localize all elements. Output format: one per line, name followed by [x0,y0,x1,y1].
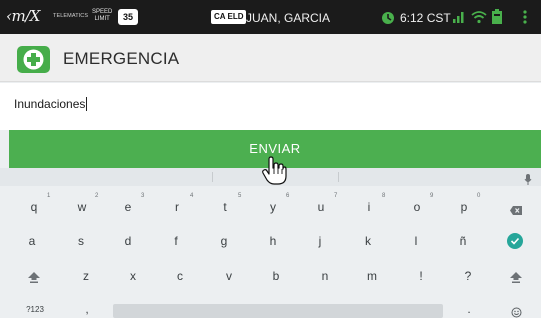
key-number-hint: 7 [334,193,338,199]
key-j[interactable]: j [312,234,328,248]
page-title: EMERGENCIA [63,49,180,68]
key-a[interactable]: a [24,234,40,248]
key-k[interactable]: k [360,234,376,248]
key-exclamation[interactable]: ! [413,269,429,283]
spacebar[interactable] [113,304,443,318]
key-y[interactable]: y [265,200,281,214]
key-number-hint: 0 [477,193,481,199]
overflow-menu-icon[interactable] [522,9,528,30]
clock-icon [380,10,396,31]
enter-check-icon[interactable] [507,233,523,254]
key-number-hint: 8 [382,193,386,199]
key-u[interactable]: u [313,200,329,214]
screen: { "status_bar": { "logo": "\u2039m/X", "… [0,0,541,318]
key-q[interactable]: q [26,200,42,214]
key-number-hint: 1 [47,193,51,199]
key-p[interactable]: p [456,200,472,214]
key-f[interactable]: f [168,234,184,248]
text-caret [86,97,88,111]
speed-limit-value: 35 [118,9,138,25]
key-number-hint: 2 [95,193,99,199]
key-r[interactable]: r [169,200,185,214]
plus-icon [17,46,50,73]
driver-name[interactable]: JUAN, GARCIA [246,11,330,25]
symbols-key[interactable]: ?123 [23,305,47,314]
key-comma[interactable]: , [79,302,95,316]
key-o[interactable]: o [409,200,425,214]
key-d[interactable]: d [120,234,136,248]
key-s[interactable]: s [73,234,89,248]
speed-limit-label: SPEED LIMIT [92,9,112,23]
eld-badge: CA ELD [211,10,247,24]
key-question[interactable]: ? [460,269,476,283]
app-logo: ‹m/X [6,7,40,25]
key-number-hint: 4 [190,193,194,199]
key-number-hint: 9 [430,193,434,199]
message-input[interactable]: Inundaciones [14,97,88,111]
speed-label-line1: SPEED [92,9,113,15]
key-x[interactable]: x [125,269,141,283]
key-number-hint: 6 [286,193,290,199]
key-l[interactable]: l [408,234,424,248]
message-input-text: Inundaciones [14,97,86,111]
key-m[interactable]: m [364,269,380,283]
key-number-hint: 3 [141,193,145,199]
key-t[interactable]: t [217,200,233,214]
key-z[interactable]: z [78,269,94,283]
key-ñ[interactable]: ñ [455,234,471,248]
shift-icon[interactable] [28,270,40,288]
shift-right-icon[interactable] [510,270,522,288]
key-v[interactable]: v [221,269,237,283]
microphone-icon[interactable] [524,172,532,190]
key-number-hint: 5 [238,193,242,199]
status-bar: ‹m/X TELEMATICS SPEED LIMIT 35 CA ELD JU… [0,0,541,34]
signal-icon [452,10,466,29]
suggestion-divider [212,172,213,182]
backspace-icon[interactable] [510,202,522,220]
wifi-icon [471,10,487,29]
key-h[interactable]: h [265,234,281,248]
key-w[interactable]: w [74,200,90,214]
telematics-label: TELEMATICS [53,13,89,19]
clock-time: 6:12 CST [400,11,451,25]
key-b[interactable]: b [268,269,284,283]
emoji-icon[interactable] [511,305,522,318]
speed-label-line2: LIMIT [94,16,110,22]
key-g[interactable]: g [216,234,232,248]
hand-pointer-icon [261,156,287,191]
battery-icon [491,9,503,30]
key-c[interactable]: c [172,269,188,283]
key-n[interactable]: n [317,269,333,283]
suggestion-divider [338,172,339,182]
key-period[interactable]: . [461,302,477,316]
key-i[interactable]: i [361,200,377,214]
key-e[interactable]: e [120,200,136,214]
